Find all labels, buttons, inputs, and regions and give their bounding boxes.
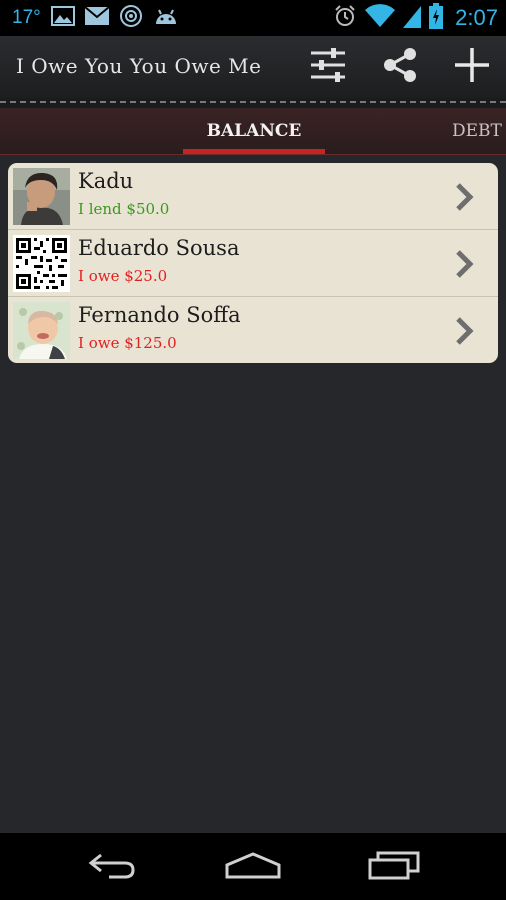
chevron-right-icon xyxy=(454,317,474,349)
share-icon xyxy=(382,47,418,87)
add-icon xyxy=(454,47,490,87)
avatar xyxy=(13,168,70,225)
recents-button[interactable] xyxy=(364,847,424,887)
navigation-bar xyxy=(0,833,506,900)
action-bar: I Owe You You Owe Me xyxy=(0,36,506,98)
chevron-right-icon xyxy=(454,183,474,215)
avatar xyxy=(13,302,70,359)
gallery-icon xyxy=(50,6,75,30)
avatar xyxy=(13,235,70,292)
home-icon xyxy=(225,851,281,883)
tab-bar: BALANCE DEBT xyxy=(0,108,506,155)
contact-name: Eduardo Sousa xyxy=(78,236,240,260)
contact-name: Kadu xyxy=(78,169,134,193)
wifi-icon xyxy=(365,4,396,32)
balance-status: I owe $25.0 xyxy=(78,267,168,285)
compass-icon xyxy=(119,4,143,32)
share-button[interactable] xyxy=(374,44,426,90)
add-button[interactable] xyxy=(446,44,498,90)
contact-name: Fernando Soffa xyxy=(78,303,241,327)
clock-text: 2:07 xyxy=(455,5,498,30)
back-icon xyxy=(87,851,137,883)
gmail-icon xyxy=(84,6,110,29)
app-title: I Owe You You Owe Me xyxy=(16,54,262,78)
list-item[interactable]: Eduardo Sousa I owe $25.0 xyxy=(8,230,498,297)
leather-stitch-divider xyxy=(0,98,506,108)
status-bar: 17° 2:07 xyxy=(0,0,506,36)
recents-icon xyxy=(368,850,420,884)
home-button[interactable] xyxy=(223,847,283,887)
chevron-right-icon xyxy=(454,250,474,282)
balance-status: I owe $125.0 xyxy=(78,334,177,352)
alarm-icon xyxy=(333,4,357,32)
contacts-list: Kadu I lend $50.0 Eduardo Sousa I owe $2… xyxy=(8,163,498,363)
list-item[interactable]: Fernando Soffa I owe $125.0 xyxy=(8,297,498,363)
tab-debt[interactable]: DEBT xyxy=(452,108,506,154)
balance-status: I lend $50.0 xyxy=(78,200,170,218)
temperature-text: 17° xyxy=(12,7,41,28)
settings-button[interactable] xyxy=(302,44,354,90)
back-button[interactable] xyxy=(82,847,142,887)
android-icon xyxy=(153,6,179,30)
signal-icon xyxy=(403,4,422,32)
list-item[interactable]: Kadu I lend $50.0 xyxy=(8,163,498,230)
battery-icon xyxy=(429,3,444,33)
settings-sliders-icon xyxy=(309,48,347,86)
tab-balance[interactable]: BALANCE xyxy=(183,108,325,154)
